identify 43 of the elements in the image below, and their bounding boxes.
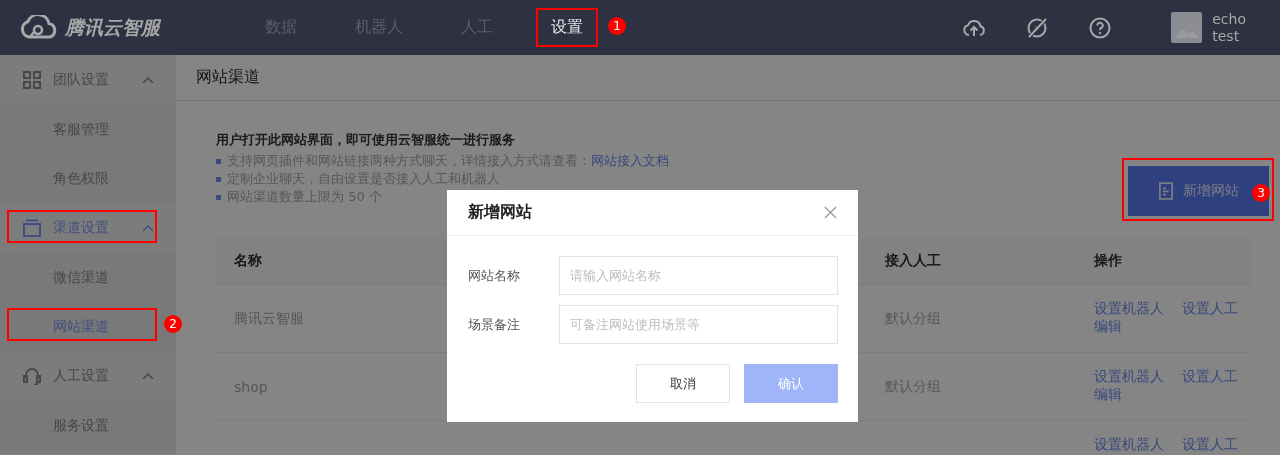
bullet-mark (216, 158, 221, 164)
action-link[interactable]: 编辑 (1094, 317, 1122, 335)
field-label: 网站名称 (468, 266, 521, 285)
step-number: 1 (608, 17, 626, 35)
action-link[interactable]: 设置机器人 (1094, 299, 1164, 317)
page-title: 网站渠道 (196, 67, 260, 88)
grid-icon (23, 71, 41, 89)
window-icon (23, 219, 41, 237)
user-name: echo (1212, 10, 1246, 28)
bullet-mark (216, 194, 221, 200)
input-field[interactable]: 请输入网站名称 (559, 256, 838, 295)
dialog-title: 新增网站 (468, 202, 532, 223)
chevron-up-icon (142, 224, 154, 232)
compass-off-icon[interactable] (1025, 15, 1050, 40)
column-header: 名称 (233, 252, 263, 270)
docs-link[interactable]: 网站接入文档 (591, 153, 669, 168)
column-header: 操作 (1093, 252, 1123, 270)
close-icon[interactable] (824, 206, 837, 219)
cancel-button[interactable]: 取消 (636, 364, 730, 403)
brand-name: 腾讯云智服 (65, 14, 160, 40)
logo-icon (19, 14, 59, 41)
avatar[interactable] (1171, 12, 1203, 43)
action-link[interactable]: 设置人工 (1182, 435, 1238, 453)
headset-icon (23, 367, 41, 385)
document-icon (1158, 182, 1173, 200)
action-link[interactable]: 设置机器人 (1094, 367, 1164, 385)
sidebar-group-label: 渠道设置 (53, 219, 109, 237)
action-link[interactable]: 设置人工 (1182, 367, 1238, 385)
help-icon[interactable] (1088, 15, 1113, 40)
action-link[interactable]: 设置人工 (1182, 299, 1238, 317)
intro-text: 用户打开此网站界面，即可使用云智服统一进行服务 (216, 131, 516, 149)
step-number: 2 (164, 315, 182, 333)
sidebar-group[interactable]: 渠道设置 (0, 203, 176, 253)
bullet-mark (216, 176, 221, 182)
column-header: 接入人工 (884, 252, 942, 270)
field-label: 场景备注 (468, 315, 521, 334)
action-link[interactable]: 编辑 (1094, 385, 1122, 403)
chevron-up-icon (142, 76, 154, 84)
user-role: test (1212, 27, 1241, 45)
chevron-up-icon (142, 372, 154, 380)
action-link[interactable]: 设置机器人 (1094, 435, 1164, 453)
nav-tab[interactable]: 设置 (551, 17, 583, 36)
input-field[interactable]: 可备注网站使用场景等 (559, 305, 838, 344)
